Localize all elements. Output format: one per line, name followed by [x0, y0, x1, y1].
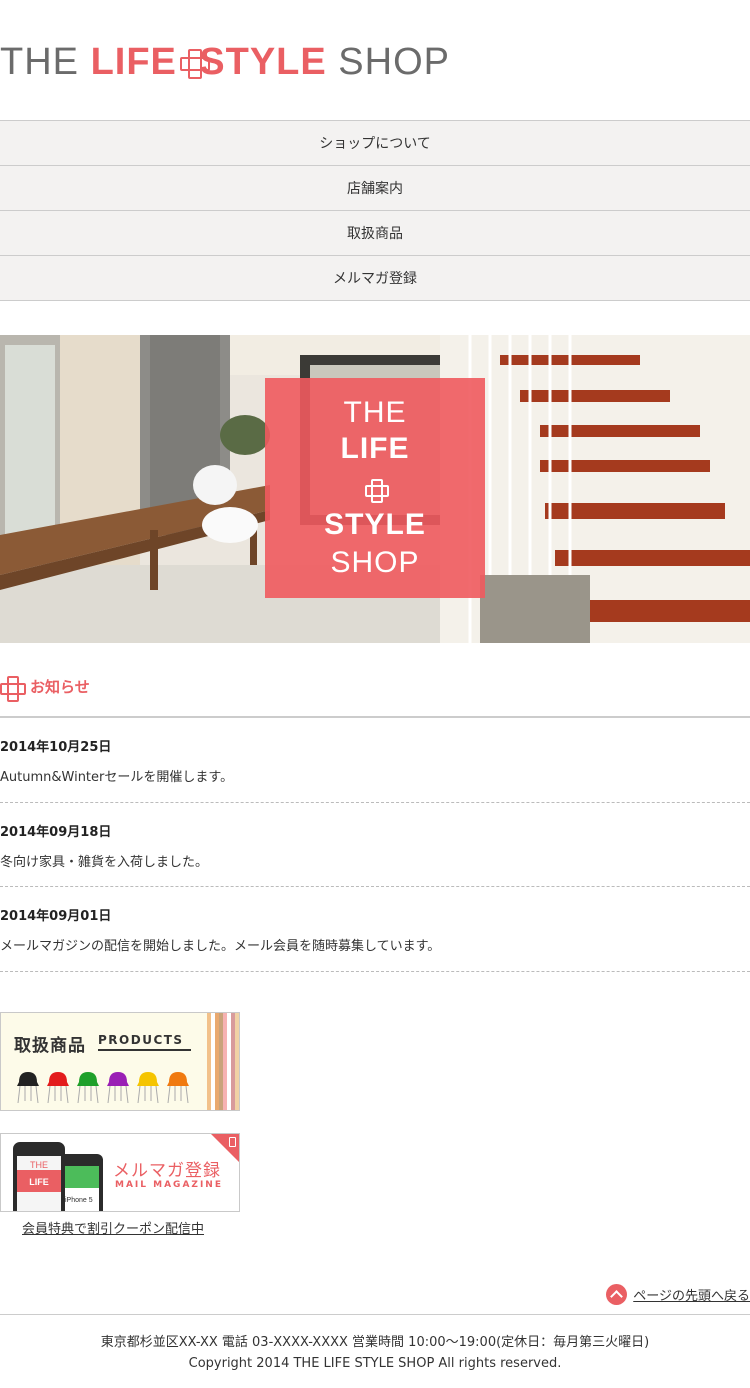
- footer: 東京都杉並区XX-XX 電話 03-XXXX-XXXX 営業時間 10:00〜1…: [0, 1314, 750, 1374]
- site-logo[interactable]: THE LIFE STYLE SHOP: [0, 40, 450, 84]
- phone-the-label: THE: [30, 1160, 48, 1170]
- chair-icon: [107, 1072, 129, 1104]
- phone-model-label: iPhone 5: [65, 1197, 93, 1204]
- products-banner-title: 取扱商品: [14, 1036, 86, 1056]
- footer-address: 東京都杉並区XX-XX 電話 03-XXXX-XXXX 営業時間 10:00〜1…: [100, 1335, 650, 1350]
- news-item: 2014年09月18日 冬向け家具・雑貨を入荷しました。: [0, 803, 750, 887]
- main-nav: ショップについて 店舗案内 取扱商品 メルマガ登録: [0, 120, 750, 301]
- news-text: Autumn&Winterセールを開催します。: [0, 770, 234, 785]
- news-date: 2014年09月01日: [0, 909, 112, 924]
- nav-item-store-info[interactable]: 店舗案内: [0, 166, 750, 211]
- page-top-label: ページの先頭へ戻る: [633, 1288, 750, 1304]
- chair-icon: [17, 1072, 39, 1104]
- chair-icon: [47, 1072, 69, 1104]
- hero-the: THE: [343, 396, 407, 429]
- coupon-link[interactable]: 会員特典で割引クーポン配信中: [22, 1218, 204, 1237]
- logo-the: THE: [0, 40, 79, 83]
- hero-life: LIFE: [340, 432, 410, 465]
- news-item: 2014年09月01日 メールマガジンの配信を開始しました。メール会員を随時募集…: [0, 887, 750, 972]
- hero-style: STYLE: [324, 508, 426, 541]
- mail-banner-subtitle: MAIL MAGAZINE: [115, 1180, 223, 1190]
- chair-icon: [137, 1072, 159, 1104]
- news-title: お知らせ: [30, 678, 90, 696]
- news-item: 2014年10月25日 Autumn&Winterセールを開催します。: [0, 718, 750, 803]
- news-date: 2014年10月25日: [0, 740, 112, 755]
- hero-logo-box: THE LIFE STYLE SHOP: [265, 378, 485, 598]
- stripes-decoration: [207, 1013, 239, 1110]
- mail-banner-title: メルマガ登録: [113, 1161, 221, 1181]
- hero-shop: SHOP: [330, 546, 420, 579]
- news-text: メールマガジンの配信を開始しました。メール会員を随時募集しています。: [0, 939, 441, 954]
- chair-icon: [167, 1072, 189, 1104]
- mail-magazine-banner[interactable]: iPhone 5 THE LIFE メルマガ登録 MAIL MAGAZINE: [0, 1133, 240, 1212]
- hero-plus-icon: [365, 479, 389, 503]
- nav-item-about[interactable]: ショップについて: [0, 121, 750, 166]
- chair-icon: [77, 1072, 99, 1104]
- logo-plus-icon: [179, 49, 210, 79]
- phones-illustration: iPhone 5 THE LIFE: [13, 1142, 103, 1211]
- products-banner[interactable]: 取扱商品 PRODUCTS: [0, 1012, 240, 1111]
- nav-item-products[interactable]: 取扱商品: [0, 211, 750, 256]
- phone-life-label: LIFE: [29, 1177, 49, 1187]
- nav-item-mail-magazine[interactable]: メルマガ登録: [0, 256, 750, 301]
- page-top-link[interactable]: ページの先頭へ戻る: [606, 1283, 750, 1305]
- arrow-up-icon: [606, 1283, 628, 1305]
- logo-life: LIFE: [90, 40, 177, 83]
- mobile-icon: [229, 1137, 236, 1147]
- products-banner-subtitle: PRODUCTS: [98, 1033, 191, 1051]
- news-text: 冬向け家具・雑貨を入荷しました。: [0, 854, 209, 870]
- news-date: 2014年09月18日: [0, 824, 112, 840]
- chairs-illustration: [17, 1072, 189, 1104]
- logo-shop: SHOP: [338, 40, 450, 83]
- footer-copyright: Copyright 2014 THE LIFE STYLE SHOP All r…: [188, 1356, 562, 1371]
- logo-style: STYLE: [199, 40, 327, 83]
- plus-icon: [0, 676, 26, 702]
- news-list: 2014年10月25日 Autumn&Winterセールを開催します。 2014…: [0, 718, 750, 972]
- news-header: お知らせ: [0, 673, 750, 718]
